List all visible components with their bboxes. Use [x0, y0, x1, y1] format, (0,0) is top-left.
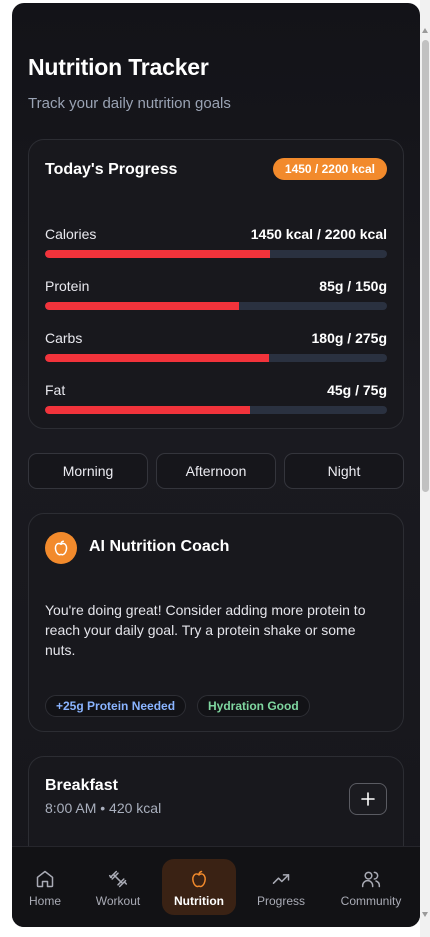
metric-protein: Protein 85g / 150g	[45, 278, 387, 318]
time-morning-button[interactable]: Morning	[28, 453, 148, 489]
metric-value: 45g / 75g	[327, 382, 387, 398]
metric-value: 1450 kcal / 2200 kcal	[250, 226, 387, 242]
nav-home[interactable]: Home	[12, 859, 82, 915]
nav-label: Progress	[256, 894, 306, 908]
metric-calories: Calories 1450 kcal / 2200 kcal	[45, 226, 387, 266]
coach-message: You're doing great! Consider adding more…	[45, 602, 366, 658]
meal-title: Breakfast	[45, 777, 118, 794]
add-food-button[interactable]	[349, 783, 387, 815]
progress-bar-track	[45, 302, 387, 310]
time-night-button[interactable]: Night	[284, 453, 404, 489]
nav-progress[interactable]: Progress	[244, 859, 318, 915]
nav-label: Community	[340, 894, 402, 908]
hydration-tag: Hydration Good	[197, 695, 310, 717]
progress-bar-track	[45, 250, 387, 258]
coach-title: AI Nutrition Coach	[89, 538, 230, 555]
progress-bar-track	[45, 354, 387, 362]
progress-bar-fill	[45, 406, 251, 414]
page-title: Nutrition Tracker	[28, 54, 209, 80]
nav-label: Home	[28, 894, 61, 908]
metric-value: 180g / 275g	[311, 330, 388, 346]
metric-value: 85g / 150g	[319, 278, 387, 294]
nav-workout[interactable]: Workout	[81, 859, 155, 915]
calorie-badge: 1450 / 2200 kcal	[272, 158, 387, 180]
apple-icon	[45, 532, 77, 564]
metric-label: Carbs	[45, 330, 83, 346]
progress-title: Today's Progress	[45, 161, 178, 178]
protein-needed-tag: +25g Protein Needed	[45, 695, 187, 717]
dumbbell-icon	[108, 870, 128, 888]
metric-label: Protein	[45, 278, 90, 294]
page-scrollbar[interactable]	[420, 0, 430, 937]
nav-label: Nutrition	[174, 894, 224, 908]
nav-community[interactable]: Community	[333, 859, 409, 915]
trending-up-icon	[272, 874, 290, 884]
progress-bar-fill	[45, 250, 271, 258]
apple-icon	[192, 870, 206, 888]
progress-card: Today's Progress 1450 / 2200 kcal Calori…	[28, 139, 404, 429]
metric-carbs: Carbs 180g / 275g	[45, 330, 387, 370]
page-subtitle: Track your daily nutrition goals	[28, 95, 231, 112]
plus-icon	[361, 792, 375, 806]
metric-label: Fat	[45, 382, 66, 398]
scroll-up-arrow-icon[interactable]	[422, 28, 428, 33]
bottom-navigation: Home Workout Nutrition Progress Communit…	[12, 846, 420, 927]
progress-bar-fill	[45, 354, 269, 362]
progress-bar-fill	[45, 302, 239, 310]
meal-subtitle: 8:00 AM • 420 kcal	[45, 800, 162, 816]
scrollbar-thumb[interactable]	[422, 40, 429, 492]
users-icon	[361, 871, 381, 888]
metric-fat: Fat 45g / 75g	[45, 382, 387, 422]
progress-bar-track	[45, 406, 387, 414]
nav-label: Workout	[95, 894, 141, 908]
home-icon	[36, 870, 54, 888]
time-afternoon-button[interactable]: Afternoon	[156, 453, 276, 489]
ai-coach-card: AI Nutrition Coach You're doing great! C…	[28, 513, 404, 732]
metric-label: Calories	[45, 226, 97, 242]
scroll-down-arrow-icon[interactable]	[422, 912, 428, 917]
app-window: Nutrition Tracker Track your daily nutri…	[12, 3, 420, 927]
nav-nutrition[interactable]: Nutrition	[162, 859, 236, 915]
